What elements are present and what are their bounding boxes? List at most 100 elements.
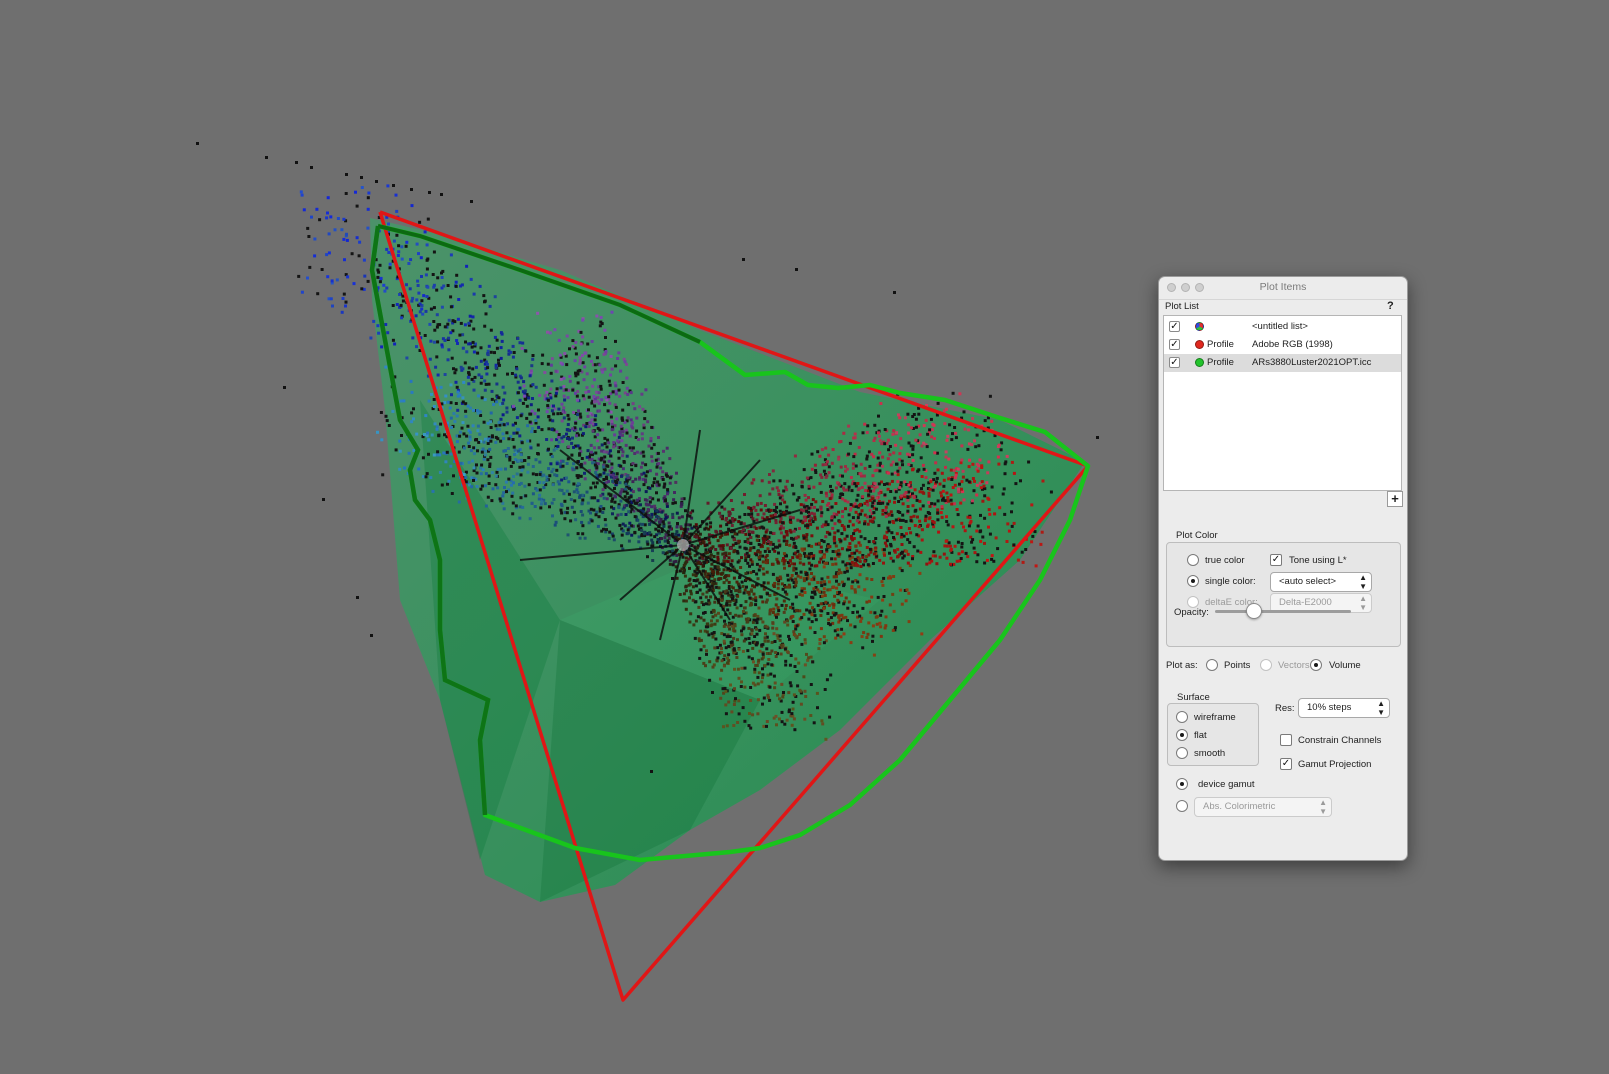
sample-point: [888, 603, 892, 607]
sample-point: [472, 446, 476, 450]
sample-point: [704, 625, 708, 629]
wireframe-radio[interactable]: [1176, 711, 1188, 723]
panel-title: Plot Items: [1259, 281, 1307, 293]
sample-point: [832, 603, 836, 607]
add-plot-item-button[interactable]: +: [1387, 491, 1403, 507]
sample-point: [411, 336, 415, 340]
sample-point: [813, 614, 817, 618]
points-radio[interactable]: [1206, 659, 1218, 671]
gamut-projection-checkbox[interactable]: ✓: [1280, 758, 1292, 770]
sample-point: [603, 436, 607, 440]
sample-point: [836, 572, 840, 576]
sample-point: [606, 422, 610, 426]
outlier-point: [310, 166, 313, 169]
sample-point: [766, 662, 770, 666]
flat-radio[interactable]: [1176, 729, 1188, 741]
smooth-radio[interactable]: [1176, 747, 1188, 759]
tone-using-l-checkbox[interactable]: ✓: [1270, 554, 1282, 566]
sample-point: [826, 612, 830, 615]
sample-point: [626, 528, 630, 532]
opacity-slider-track[interactable]: [1215, 610, 1351, 613]
sample-point: [458, 430, 462, 434]
sample-point: [643, 523, 647, 527]
plot-list[interactable]: ✓ <untitled list> ✓ Profile Adobe RGB (1…: [1163, 315, 1402, 491]
sample-point: [684, 560, 688, 564]
sample-point: [614, 339, 617, 343]
sample-point: [943, 422, 947, 426]
sample-point: [574, 352, 578, 356]
sample-point: [877, 431, 880, 435]
sample-point: [792, 693, 796, 697]
sample-point: [722, 639, 726, 643]
sample-point: [593, 400, 596, 404]
sample-point: [565, 334, 569, 338]
constrain-channels-checkbox[interactable]: [1280, 734, 1292, 746]
sample-point: [990, 554, 994, 558]
vectors-radio[interactable]: [1260, 659, 1272, 671]
sample-point: [962, 410, 966, 414]
sample-point: [668, 481, 672, 485]
sample-point: [696, 590, 699, 594]
sample-point: [903, 492, 907, 496]
true-color-radio[interactable]: [1187, 554, 1199, 566]
sample-point: [678, 593, 682, 596]
res-select[interactable]: 10% steps ▲ ▼: [1298, 698, 1390, 718]
sample-point: [876, 501, 880, 505]
plot-list-row[interactable]: ✓ <untitled list>: [1164, 318, 1401, 336]
sample-point: [775, 633, 779, 637]
sample-point: [744, 600, 748, 604]
sample-point: [617, 450, 621, 454]
sample-point: [728, 627, 732, 631]
sample-point: [766, 559, 769, 562]
sample-point: [796, 684, 800, 688]
device-gamut-radio[interactable]: [1176, 778, 1188, 790]
sample-point: [808, 626, 812, 630]
panel-titlebar[interactable]: Plot Items: [1159, 277, 1407, 300]
sample-point: [461, 333, 465, 337]
sample-point: [849, 476, 853, 479]
sample-point: [487, 474, 491, 478]
sample-point: [912, 514, 916, 518]
row-checkbox[interactable]: ✓: [1169, 357, 1180, 368]
single-color-radio[interactable]: [1187, 575, 1199, 587]
rendering-intent-radio[interactable]: [1176, 800, 1188, 812]
help-button[interactable]: ?: [1387, 300, 1394, 312]
sample-point: [862, 631, 866, 635]
single-color-select[interactable]: <auto select> ▲ ▼: [1270, 572, 1372, 592]
sample-point: [657, 436, 660, 439]
rendering-intent-select[interactable]: Abs. Colorimetric ▲ ▼: [1194, 797, 1332, 817]
row-checkbox[interactable]: ✓: [1169, 321, 1180, 332]
sample-point: [625, 386, 629, 390]
sample-point: [971, 499, 974, 503]
sample-point: [824, 535, 828, 539]
sample-point: [853, 557, 857, 561]
sample-point: [594, 369, 598, 373]
sample-point: [618, 481, 622, 485]
sample-point: [612, 441, 616, 445]
sample-point: [704, 548, 708, 552]
sample-point: [661, 470, 665, 474]
sample-point: [716, 656, 720, 660]
sample-point: [918, 433, 922, 437]
volume-radio[interactable]: [1310, 659, 1322, 671]
row-checkbox[interactable]: ✓: [1169, 339, 1180, 350]
sample-point: [795, 536, 799, 540]
sample-point: [600, 529, 604, 533]
sample-point: [471, 315, 475, 319]
sample-point: [621, 418, 625, 422]
sample-point: [659, 466, 663, 470]
sample-point: [788, 543, 792, 547]
sample-point: [719, 547, 723, 551]
sample-point: [475, 463, 478, 467]
sample-point: [538, 393, 542, 397]
sample-point: [578, 453, 582, 457]
sample-point: [830, 515, 834, 519]
sample-point: [424, 414, 428, 418]
sample-point: [721, 552, 725, 556]
sample-point: [809, 516, 813, 520]
sample-point: [543, 371, 547, 374]
plot-list-row-selected[interactable]: ✓ Profile ARs3880Luster2021OPT.icc: [1164, 354, 1401, 372]
sample-point: [760, 657, 764, 661]
plot-list-row[interactable]: ✓ Profile Adobe RGB (1998): [1164, 336, 1401, 354]
sample-point: [467, 366, 471, 370]
